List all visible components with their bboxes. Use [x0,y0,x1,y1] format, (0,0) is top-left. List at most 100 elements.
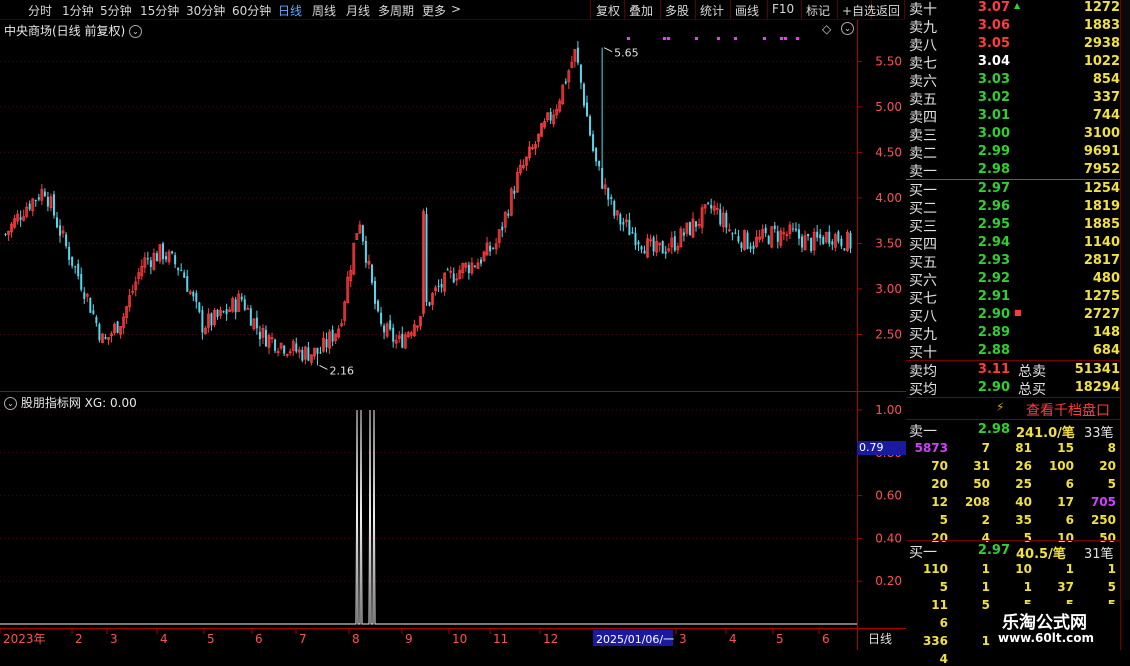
chevron-right-icon[interactable]: > [451,2,461,16]
ask-level-volume: 1883 [1083,18,1120,33]
bid-level-row[interactable]: 买三 2.95 1885 [906,216,1120,235]
bid-level-price: 2.97 [977,181,1010,196]
ask-level-row[interactable]: 卖八 3.05 2938 [906,35,1120,54]
period-tab-2[interactable]: 5分钟 [100,2,132,19]
signal-marker [784,37,787,40]
bid-level-row[interactable]: 买一 2.97 1254 [906,180,1120,199]
order-book-panel: 卖十 3.07 ▲ 1272 卖九 3.06 1883 卖八 3.05 2938 卖七 3.04 102… [906,0,1130,666]
order-queue-cell: 5873 [914,441,948,455]
y-tick-label: 5.50 [875,54,902,68]
candle-body [52,194,55,216]
bid-level-price: 2.91 [977,289,1010,304]
bid-level-row[interactable]: 买四 2.94 1140 [906,234,1120,253]
candle-body [582,83,585,106]
candle-body [377,300,380,312]
period-tab-1[interactable]: 1分钟 [62,2,94,19]
period-tab-3[interactable]: 15分钟 [140,2,179,19]
candle-body [43,191,46,197]
x-tick-label: 6 [822,632,830,646]
candle-body [492,248,495,250]
ask-level-row[interactable]: 卖一 2.98 7952 [906,161,1120,180]
bid-level-volume: 2817 [1083,253,1120,268]
ask-level-row[interactable]: 卖二 2.99 9691 [906,143,1120,162]
toolbar-action-5[interactable]: F10 [772,2,794,16]
chevron-down-icon[interactable]: ⌄ [4,397,17,410]
candle-body [595,147,598,162]
qianda-button[interactable]: ⚡ 查看千档盘口 [906,398,1120,419]
ask-level-row[interactable]: 卖九 3.06 1883 [906,17,1120,36]
candle-body [325,339,328,348]
ask-level-volume: 2938 [1083,36,1120,51]
period-tab-6[interactable]: 日线 [278,2,302,19]
indicator-title: ⌄ 股朋指标网 XG: 0.00 [4,394,137,411]
toolbar-action-8[interactable]: 返回 [876,2,900,19]
bid-level-row[interactable]: 买六 2.92 480 [906,270,1120,289]
toolbar-action-4[interactable]: 画线 [735,2,759,19]
x-tick-label: 4 [729,632,737,646]
diamond-icon[interactable]: ◇ [822,22,831,36]
period-tab-8[interactable]: 月线 [346,2,370,19]
x-tick-label: 8 [352,632,360,646]
period-tab-9[interactable]: 多周期 [378,2,414,19]
bid-level-row[interactable]: 买二 2.96 1819 [906,198,1120,217]
indicator-chart[interactable]: 1.000.800.600.400.20 [0,392,906,628]
candle-body [428,302,431,306]
period-tab-4[interactable]: 30分钟 [186,2,225,19]
period-tab-7[interactable]: 周线 [312,2,336,19]
order-queue-cell: 20 [931,477,948,491]
chevron-down-icon[interactable]: ⌄ [129,25,143,38]
signal-marker [667,37,670,40]
candle-body [380,312,383,324]
period-tab-0[interactable]: 分时 [28,2,52,19]
toolbar-action-3[interactable]: 统计 [700,2,724,19]
xg-series-line [0,409,857,625]
avg-buy-row: 买均 2.90 总买 18294 [906,379,1120,398]
x-tick-label: 10 [452,632,467,646]
ask-level-row[interactable]: 卖七 3.04 1022 [906,53,1120,72]
period-tab-10[interactable]: 更多 [422,2,446,19]
toolbar-action-1[interactable]: 叠加 [629,2,653,19]
candle-body [589,116,592,136]
ask-level-row[interactable]: 卖十 3.07 ▲ 1272 [906,0,1120,18]
toolbar-action-6[interactable]: 标记 [806,2,830,19]
ask-level-price: 3.04 [977,54,1010,69]
ask-level-row[interactable]: 卖三 3.00 3100 [906,125,1120,144]
bid-level-row[interactable]: 买九 2.89 148 [906,324,1120,343]
toolbar-action-0[interactable]: 复权 [596,2,620,19]
period-tab-5[interactable]: 60分钟 [232,2,271,19]
total-sell-value: 51341 [1074,362,1120,377]
candle-body [192,291,195,297]
candle-body [89,297,92,313]
chart-title: 中央商场(日线 前复权) ⌄ [4,22,143,39]
bid-level-row[interactable]: 买七 2.91 1275 [906,288,1120,307]
bid-level-row[interactable]: 买八 2.90 ■ 2727 [906,306,1120,325]
bid-level-label: 买四 [909,237,937,253]
bid-level-row[interactable]: 买五 2.93 2817 [906,252,1120,271]
order-queue-cell: 17 [1057,495,1074,509]
candle-body [222,311,225,313]
order-queue-cell: 5 [939,513,948,527]
bid-level-label: 买十 [909,345,937,361]
time-axis[interactable]: 2023年 2 3 4 5 6 7 8 9 10 11 12 4 5 6 2025/01/06/一 3 日线 [0,628,906,650]
order-queue-cell: 4 [939,652,948,666]
y-tick-label: 0.20 [875,574,902,588]
ask-level-price: 2.99 [977,144,1010,159]
toolbar-action-2[interactable]: 多股 [665,2,689,19]
ask-level-row[interactable]: 卖四 3.01 744 [906,107,1120,126]
chevron-down-icon[interactable]: ⌄ [841,22,854,35]
x-tick-label: 7 [299,632,307,646]
bid-level-row[interactable]: 买十 2.88 684 [906,342,1120,361]
ask-level-volume: 3100 [1083,126,1120,141]
ask-level-label: 卖五 [909,92,937,108]
ask-level-row[interactable]: 卖五 3.02 337 [906,89,1120,108]
x-tick-label: 2023年 [3,632,46,646]
order-queue-cell: 6 [939,616,948,630]
x-tick-label: 9 [405,632,413,646]
candle-body [80,273,83,290]
candle-body [264,329,267,347]
toolbar-action-7[interactable]: +自选 [842,2,876,19]
ask-level-row[interactable]: 卖六 3.03 854 [906,71,1120,90]
ask-level-price: 3.05 [977,36,1010,51]
candlestick-chart[interactable]: 5.50 5.00 4.50 4.00 3.50 3.00 2.50 5.65 2.16 [0,20,906,392]
order-queue-cell: 705 [1090,495,1116,509]
